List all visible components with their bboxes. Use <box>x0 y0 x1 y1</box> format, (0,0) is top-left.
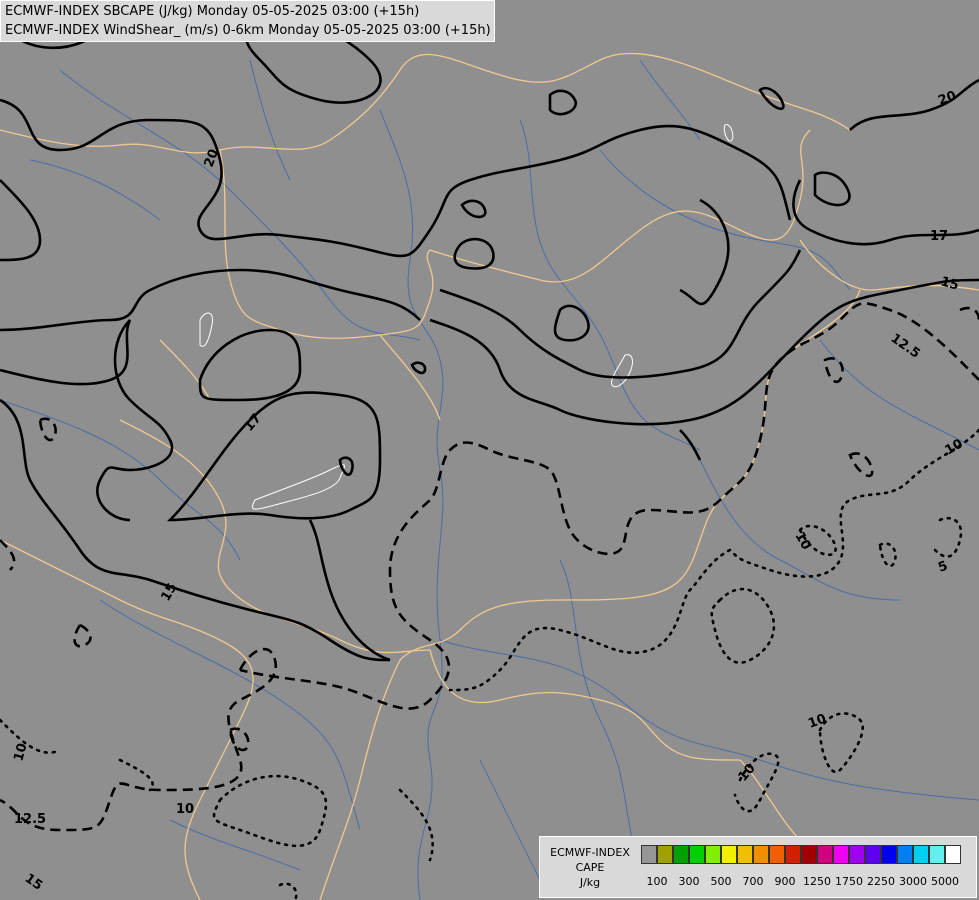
legend-swatch <box>833 845 849 864</box>
map-background <box>0 0 979 900</box>
contour-label-12-5-b: 12.5 <box>14 812 46 827</box>
legend-swatch <box>849 845 865 864</box>
title-line-windshear: ECMWF-INDEX WindShear_ (m/s) 0-6km Monda… <box>5 23 491 38</box>
legend-swatch <box>865 845 881 864</box>
legend-swatch <box>753 845 769 864</box>
legend-tick-label: 700 <box>742 875 764 888</box>
legend-swatch <box>705 845 721 864</box>
legend-ticks: 100 300 500 700 900 1250 1750 2250 3000 5000 <box>641 875 971 889</box>
legend-tick-label: 300 <box>678 875 700 888</box>
legend-swatch <box>881 845 897 864</box>
legend-tick-label: 100 <box>646 875 668 888</box>
legend-swatch <box>641 845 657 864</box>
legend-swatch <box>801 845 817 864</box>
map-title-box: ECMWF-INDEX SBCAPE (J/kg) Monday 05-05-2… <box>0 0 495 42</box>
cape-legend: ECMWF-INDEX CAPE J/kg 100 300 500 700 900 125… <box>539 836 977 898</box>
legend-swatch <box>721 845 737 864</box>
legend-swatch <box>913 845 929 864</box>
legend-swatch <box>689 845 705 864</box>
legend-swatch <box>785 845 801 864</box>
contour-label-17-b: 17 <box>930 229 948 244</box>
legend-label-model: ECMWF-INDEX <box>550 846 630 859</box>
legend-swatch <box>929 845 945 864</box>
legend-tick-label: 1750 <box>835 875 863 888</box>
legend-swatches <box>641 845 961 866</box>
weather-map: 20 20 17 17 15 15 15 12.5 12.5 10 10 10 … <box>0 0 979 900</box>
legend-swatch <box>945 845 961 864</box>
legend-label-unit: J/kg <box>579 876 601 889</box>
legend-swatch <box>657 845 673 864</box>
legend-tick-label: 500 <box>710 875 732 888</box>
legend-swatch <box>769 845 785 864</box>
legend-swatch <box>737 845 753 864</box>
title-line-cape: ECMWF-INDEX SBCAPE (J/kg) Monday 05-05-2… <box>5 4 420 19</box>
legend-tick-label: 3000 <box>899 875 927 888</box>
contour-label-10-e: 10 <box>176 802 194 817</box>
legend-swatch <box>673 845 689 864</box>
legend-label-param: CAPE <box>575 861 605 874</box>
legend-swatch <box>817 845 833 864</box>
legend-swatch <box>897 845 913 864</box>
legend-tick-label: 2250 <box>867 875 895 888</box>
legend-tick-label: 900 <box>774 875 796 888</box>
legend-tick-label: 1250 <box>803 875 831 888</box>
legend-tick-label: 5000 <box>931 875 959 888</box>
legend-label: ECMWF-INDEX CAPE J/kg <box>542 845 638 890</box>
